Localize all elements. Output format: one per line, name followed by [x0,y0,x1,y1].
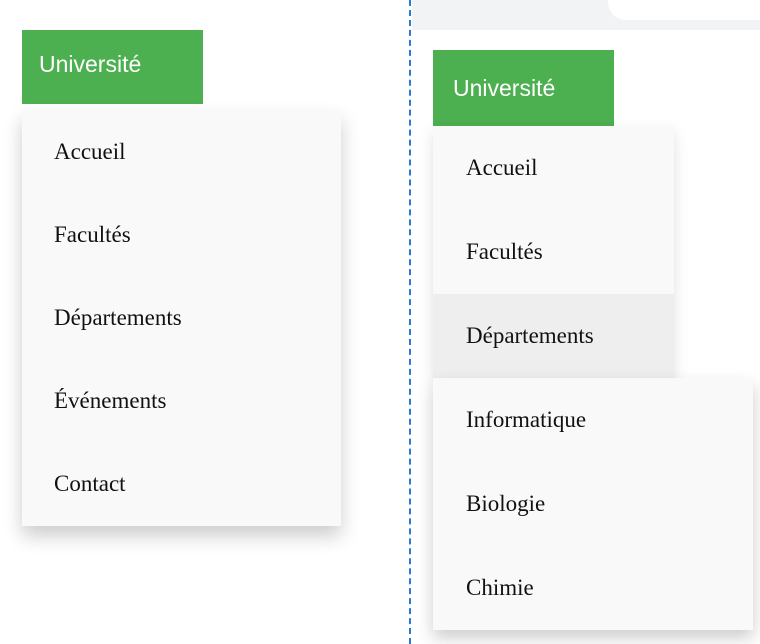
dropdown-menu-left: Accueil Facultés Départements Événements… [22,110,341,526]
menu-item-accueil[interactable]: Accueil [433,126,674,210]
menu-item-label: Événements [54,387,167,413]
menu-item-contact[interactable]: Contact [22,442,341,525]
menu-item-label: Accueil [466,155,538,180]
submenu-item-label: Informatique [466,407,587,432]
top-strip-left [0,0,408,10]
brand-label: Université [453,74,556,101]
dropdown-menu-right: Accueil Facultés Départements [433,126,674,378]
browser-tab-edge [608,0,760,20]
menu-item-label: Contact [54,470,126,496]
brand-label: Université [39,50,142,77]
menu-item-accueil[interactable]: Accueil [22,110,341,193]
menu-item-label: Accueil [54,138,126,164]
menu-item-label: Départements [54,304,182,330]
menu-item-departements-hovered[interactable]: Départements [433,294,674,378]
split-divider [409,0,411,644]
menu-item-facultes[interactable]: Facultés [433,210,674,294]
menu-item-label: Facultés [466,239,543,264]
submenu-item-informatique[interactable]: Informatique [433,378,753,462]
submenu-item-chimie[interactable]: Chimie [433,546,753,630]
menu-item-label: Facultés [54,221,131,247]
university-dropdown-button-right[interactable]: Université [433,50,614,126]
submenu-departements: Informatique Biologie Chimie [433,378,753,630]
university-dropdown-button-left[interactable]: Université [22,30,203,104]
menu-item-departements[interactable]: Départements [22,276,341,359]
browser-tab-strip [412,0,760,30]
submenu-item-biologie[interactable]: Biologie [433,462,753,546]
menu-item-evenements[interactable]: Événements [22,359,341,442]
submenu-item-label: Biologie [466,491,546,516]
menu-item-facultes[interactable]: Facultés [22,193,341,276]
submenu-item-label: Chimie [466,575,534,600]
menu-item-label: Départements [466,323,594,348]
